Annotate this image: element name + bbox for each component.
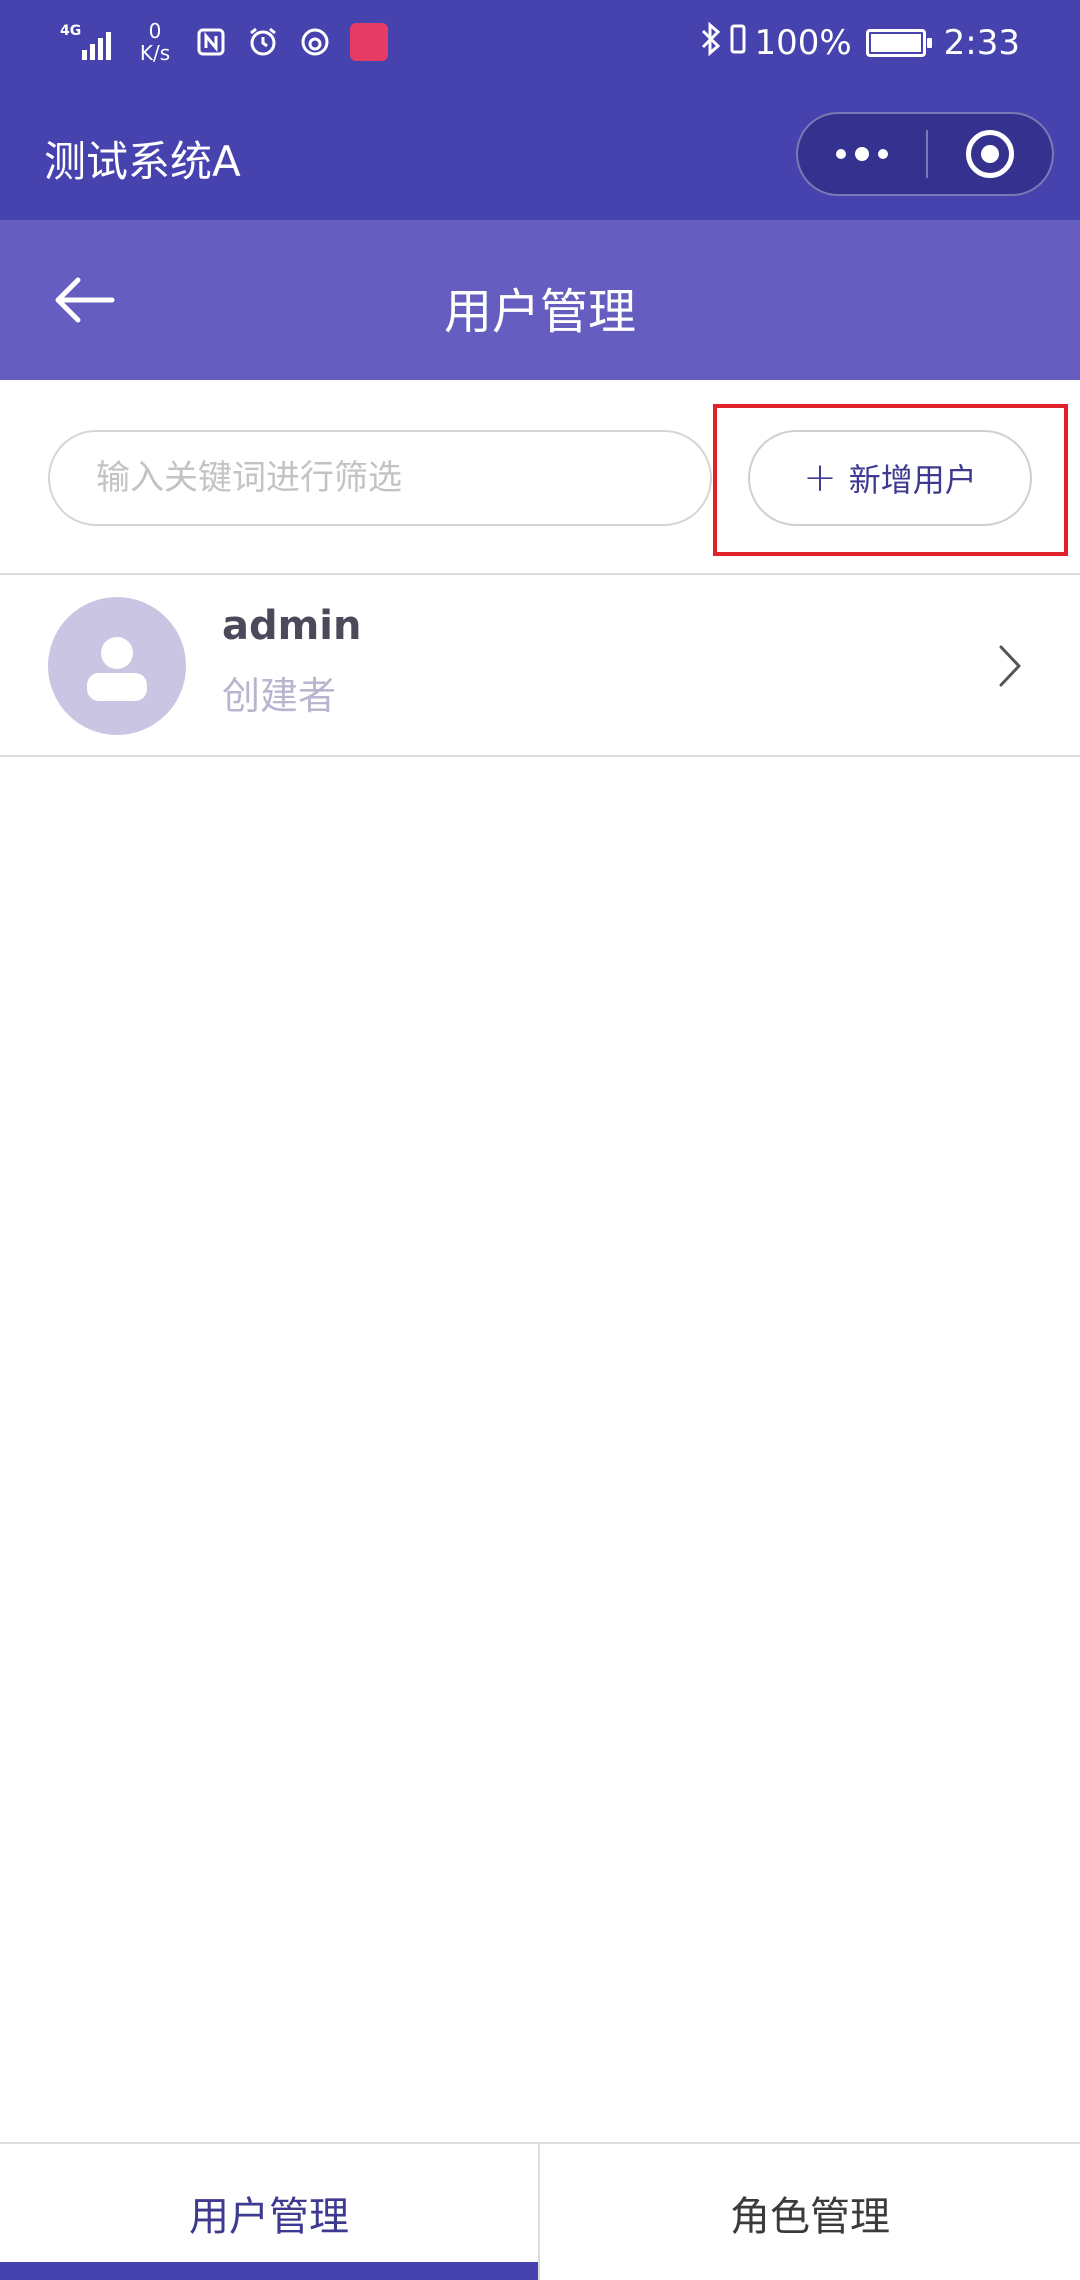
bluetooth-icon	[700, 21, 722, 64]
network-type: 4G	[60, 23, 82, 39]
avatar	[48, 597, 186, 735]
search-input[interactable]	[48, 430, 712, 526]
alarm-icon	[246, 25, 280, 59]
battery-level: 100%	[754, 23, 852, 63]
active-tab-indicator	[0, 2262, 538, 2280]
user-avatar-icon	[87, 637, 147, 701]
tab-label: 角色管理	[730, 2194, 890, 2240]
vibrate-icon	[730, 23, 746, 63]
more-icon[interactable]	[798, 114, 926, 194]
tab-label: 用户管理	[189, 2194, 349, 2240]
battery-icon	[865, 29, 932, 57]
tmall-icon	[350, 23, 388, 61]
tab-role-management[interactable]: 角色管理	[538, 2144, 1080, 2280]
add-user-button[interactable]: + 新增用户	[748, 430, 1032, 526]
clock: 2:33	[943, 23, 1020, 63]
page-title: 用户管理	[443, 284, 636, 340]
app-title: 测试系统A	[44, 137, 241, 186]
close-miniprogram-button[interactable]	[928, 114, 1052, 194]
chevron-right-icon	[999, 645, 1021, 687]
target-icon	[966, 130, 1014, 178]
user-name: admin	[222, 603, 362, 649]
nfc-icon	[194, 25, 228, 59]
netease-music-icon	[298, 25, 332, 59]
page: 4G 0 K/s 100% 2:33 测试系统A 用户管理 输入关键词进行筛选 …	[0, 0, 1080, 2280]
net-speed: 0 K/s	[134, 20, 176, 64]
net-speed-unit: K/s	[139, 41, 171, 65]
add-user-label: 新增用户	[848, 461, 977, 499]
status-left: 4G 0 K/s	[60, 20, 388, 64]
capsule-menu	[796, 112, 1054, 196]
toolbar: + 新增用户	[0, 380, 1080, 575]
user-list-item[interactable]: admin 创建者	[0, 575, 1080, 757]
user-role: 创建者	[222, 674, 337, 718]
bottom-tab-bar: 用户管理 角色管理	[0, 2142, 1080, 2280]
app-header: 测试系统A	[0, 92, 1080, 220]
tab-user-management[interactable]: 用户管理	[0, 2144, 538, 2280]
net-speed-value: 0	[148, 19, 162, 43]
nav-bar: 用户管理	[0, 220, 1080, 380]
status-right: 100% 2:33	[700, 21, 1020, 64]
plus-icon: +	[803, 455, 837, 501]
status-bar: 4G 0 K/s 100% 2:33	[0, 0, 1080, 92]
signal-icon: 4G	[60, 20, 116, 64]
